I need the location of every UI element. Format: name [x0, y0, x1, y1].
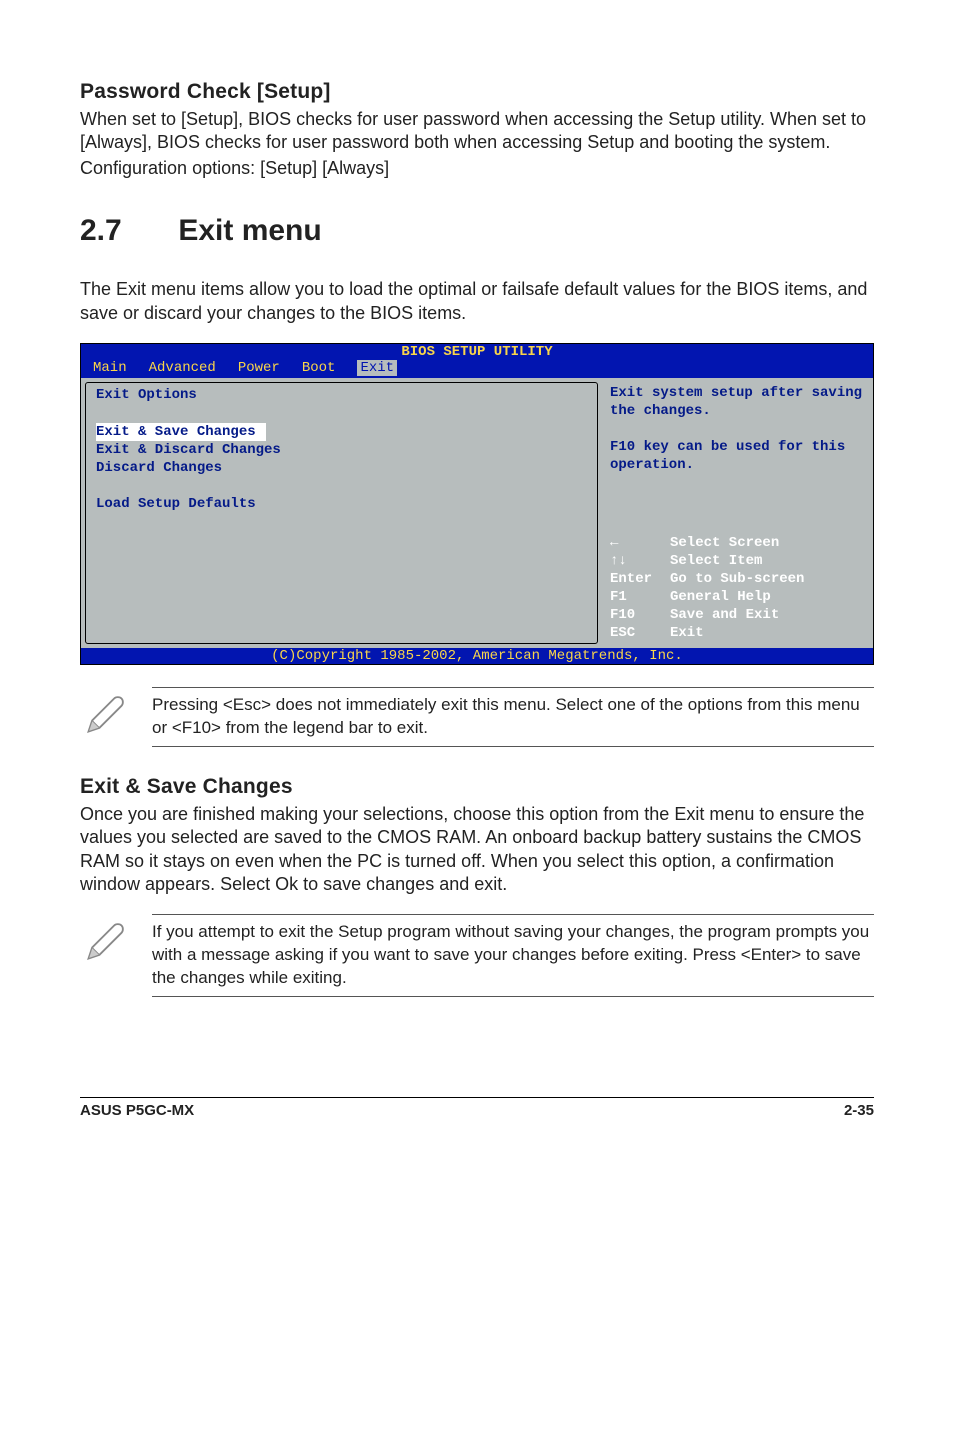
bios-footer: (C)Copyright 1985-2002, American Megatre… [81, 648, 873, 664]
key-f1-action: General Help [670, 588, 771, 606]
bios-help-text: Exit system setup after saving the chang… [610, 384, 865, 474]
bios-screenshot: BIOS SETUP UTILITY Main Advanced Power B… [80, 343, 874, 665]
exitsave-heading: Exit & Save Changes [80, 775, 874, 799]
bios-left-title: Exit Options [96, 387, 587, 403]
bios-tab-main[interactable]: Main [93, 360, 127, 376]
page-footer: ASUS P5GC-MX 2-35 [80, 1097, 874, 1119]
bios-title: BIOS SETUP UTILITY [81, 344, 873, 360]
key-f10-action: Save and Exit [670, 606, 779, 624]
note-exit-text: If you attempt to exit the Setup program… [152, 914, 874, 997]
key-f1: F1 [610, 588, 670, 606]
bios-tab-boot[interactable]: Boot [302, 360, 336, 376]
bios-tab-exit[interactable]: Exit [357, 360, 397, 376]
key-esc-action: Exit [670, 624, 704, 642]
bios-option-blank [96, 477, 587, 495]
key-esc: ESC [610, 624, 670, 642]
bios-keys-legend: ←Select Screen ↑↓Select Item EnterGo to … [610, 534, 865, 642]
pwcheck-para: When set to [Setup], BIOS checks for use… [80, 108, 874, 155]
chapter-title: Exit menu [178, 214, 321, 247]
pencil-icon [80, 914, 130, 964]
key-updown-action: Select Item [670, 552, 762, 570]
pencil-icon [80, 687, 130, 737]
bios-menubar: Main Advanced Power Boot Exit [81, 360, 873, 378]
key-enter: Enter [610, 570, 670, 588]
footer-product: ASUS P5GC-MX [80, 1102, 194, 1119]
key-f10: F10 [610, 606, 670, 624]
note-esc: Pressing <Esc> does not immediately exit… [80, 687, 874, 747]
key-left-action: Select Screen [670, 534, 779, 552]
key-updown-icon: ↑↓ [610, 552, 670, 570]
bios-tab-power[interactable]: Power [238, 360, 280, 376]
key-left-icon: ← [610, 534, 670, 552]
pwcheck-config: Configuration options: [Setup] [Always] [80, 157, 874, 180]
bios-option-load-defaults[interactable]: Load Setup Defaults [96, 495, 587, 513]
bios-option-discard-changes[interactable]: Discard Changes [96, 459, 587, 477]
bios-option-save[interactable]: Exit & Save Changes [96, 423, 266, 441]
exit-intro: The Exit menu items allow you to load th… [80, 278, 874, 325]
bios-tab-advanced[interactable]: Advanced [149, 360, 216, 376]
exitsave-para: Once you are finished making your select… [80, 803, 874, 897]
chapter-number: 2.7 [80, 214, 170, 248]
bios-option-discard[interactable]: Exit & Discard Changes [96, 441, 587, 459]
footer-page-number: 2-35 [844, 1102, 874, 1119]
note-esc-text: Pressing <Esc> does not immediately exit… [152, 687, 874, 747]
pwcheck-heading: Password Check [Setup] [80, 80, 874, 104]
note-exit: If you attempt to exit the Setup program… [80, 914, 874, 997]
chapter-heading: 2.7 Exit menu [80, 214, 874, 248]
key-enter-action: Go to Sub-screen [670, 570, 804, 588]
